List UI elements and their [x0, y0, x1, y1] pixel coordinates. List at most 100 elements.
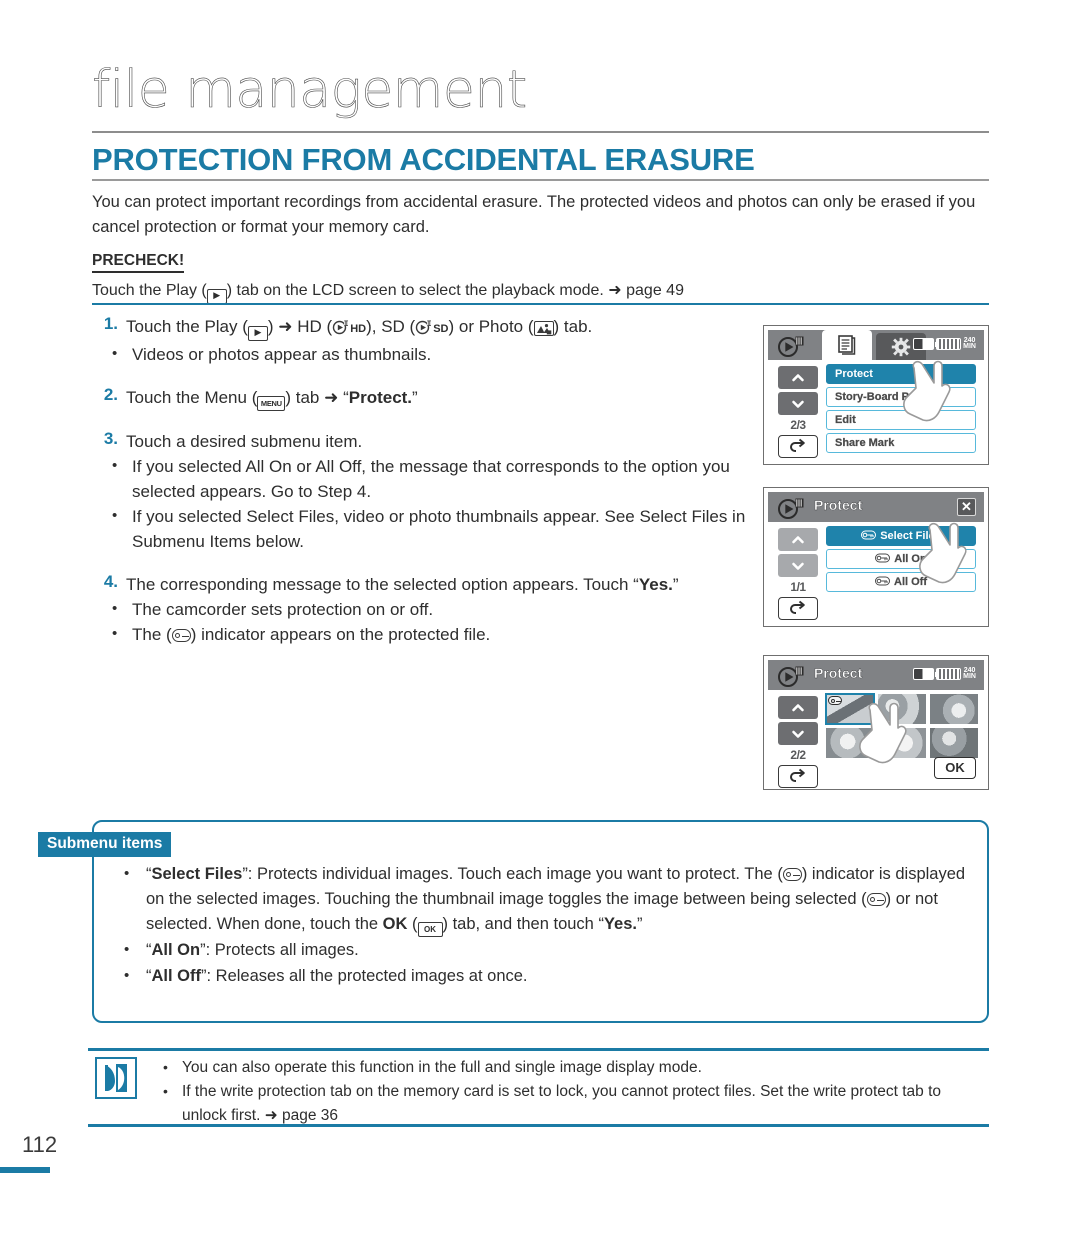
- thumbnail-item[interactable]: [930, 728, 978, 758]
- step-4-part-b: ”: [672, 575, 679, 594]
- chapter-title: file management: [92, 60, 528, 120]
- play-icon: ▶: [206, 288, 227, 304]
- thumbnail-item[interactable]: [878, 694, 926, 724]
- menu-item-edit[interactable]: Edit: [826, 410, 976, 430]
- protect-key-icon: [782, 868, 802, 881]
- back-button[interactable]: [778, 597, 818, 620]
- lcd-status-bar: Protect ✕: [768, 492, 984, 522]
- scroll-down-button[interactable]: [778, 722, 818, 745]
- thumbnail-item[interactable]: [930, 694, 978, 724]
- step-2-text: Touch the Menu (MENU) tab ➜ “Protect.”: [126, 385, 748, 411]
- sd-label: SD: [433, 323, 449, 335]
- lcd-menu-screen: 240 MIN 2/3 Protect Story-Board Print Ed…: [763, 325, 989, 465]
- battery-icon: [913, 338, 938, 350]
- note-rule-top: [88, 1048, 989, 1051]
- select-files-desc-1: ”: Protects individual images. Touch eac…: [242, 865, 783, 883]
- lcd-content: 2/2 OK: [768, 690, 984, 788]
- step-4-bullet-1: The camcorder sets protection on or off.: [110, 596, 748, 622]
- page-indicator: 2/3: [790, 418, 806, 432]
- scroll-up-button[interactable]: [778, 366, 818, 389]
- menu-item-story-board-print[interactable]: Story-Board Print: [826, 387, 976, 407]
- step-1-text: Touch the Play (▶) ➜ HD (HD), SD (SD) or…: [126, 314, 748, 342]
- step-2-part-c: ”: [412, 388, 418, 407]
- step-1-part-b: ) ➜ HD (: [267, 317, 333, 336]
- lcd-protect-submenu-screen: Protect ✕ 1/1 Select Files All On All Of…: [763, 487, 989, 627]
- menu-icon: MENU: [257, 396, 286, 411]
- step-4-number: 4.: [103, 572, 118, 591]
- thumbnail-item[interactable]: [825, 693, 875, 725]
- note-icon: [95, 1057, 137, 1099]
- step-1-number: 1.: [103, 314, 118, 333]
- step-2-part-a: Touch the Menu (: [126, 388, 258, 407]
- battery-unit: MIN: [963, 343, 976, 350]
- precheck-label: PRECHECK!: [92, 252, 185, 273]
- step-1-part-a: Touch the Play (: [126, 317, 248, 336]
- select-files-desc-5: ) tab, and then touch “: [442, 915, 604, 933]
- battery-level-icon: [936, 668, 962, 680]
- hd-label: HD: [350, 323, 367, 335]
- back-button[interactable]: [778, 435, 818, 458]
- battery-level-icon: [936, 338, 962, 350]
- tab-menu-list[interactable]: [822, 330, 872, 360]
- page-title: PROTECTION FROM ACCIDENTAL ERASURE: [92, 142, 755, 177]
- play-tab-icon[interactable]: [776, 334, 808, 358]
- protect-key-icon: [861, 528, 877, 547]
- battery-status: 240 MIN: [913, 667, 976, 680]
- step-3-number: 3.: [103, 429, 118, 448]
- step-1-part-d: ) or Photo (: [448, 317, 534, 336]
- lcd-protect-thumbnails-screen: Protect 240 MIN 2/2 OK: [763, 655, 989, 790]
- precheck-text-post: ) tab on the LCD screen to select the pl…: [226, 282, 684, 299]
- thumbnail-item[interactable]: [826, 728, 874, 758]
- protect-key-icon: [171, 629, 191, 642]
- play-tab-icon[interactable]: [776, 664, 808, 688]
- thumbnail-item[interactable]: [878, 728, 926, 758]
- step-1: 1. Touch the Play (▶) ➜ HD (HD), SD (SD)…: [88, 314, 748, 367]
- precheck-rule: [92, 303, 989, 305]
- menu-item-share-mark[interactable]: Share Mark: [826, 433, 976, 453]
- ok-label: OK: [382, 915, 408, 933]
- submenu-item-all-on: “All On”: Protects all images.: [122, 937, 972, 963]
- protect-key-icon: [875, 574, 890, 593]
- nav-column: 2/2: [778, 696, 818, 788]
- select-files-label: Select Files: [151, 865, 243, 883]
- step-2-bold: Protect.: [348, 388, 413, 407]
- step-4-bullet-2: The () indicator appears on the protecte…: [110, 621, 748, 647]
- select-files-desc-4: (: [407, 915, 418, 933]
- ok-icon: OK: [417, 922, 443, 937]
- hd-video-icon: [332, 318, 350, 336]
- step-4-text: The corresponding message to the selecte…: [126, 572, 748, 597]
- menu-item-protect[interactable]: Protect: [826, 364, 976, 384]
- menu-item-label: Select Files: [880, 530, 941, 542]
- step-2: 2. Touch the Menu (MENU) tab ➜ “Protect.…: [88, 385, 748, 411]
- scroll-up-button[interactable]: [778, 696, 818, 719]
- step-4-bold-yes: Yes.: [638, 575, 673, 594]
- menu-item-all-on[interactable]: All On: [826, 549, 976, 569]
- ok-button[interactable]: OK: [934, 757, 976, 779]
- step-2-number: 2.: [103, 385, 118, 404]
- battery-unit: MIN: [963, 673, 976, 680]
- scroll-down-button[interactable]: [778, 392, 818, 415]
- chapter-title-rule: [92, 131, 989, 133]
- all-on-desc: ”: Protects all images.: [200, 941, 359, 959]
- lcd-status-bar: 240 MIN: [768, 330, 984, 360]
- close-icon[interactable]: ✕: [957, 498, 976, 516]
- menu-item-all-off[interactable]: All Off: [826, 572, 976, 592]
- page-number: 112: [22, 1132, 58, 1157]
- screen-title: Protect: [814, 665, 863, 681]
- lcd-content: 1/1 Select Files All On All Off: [768, 522, 984, 622]
- play-tab-icon[interactable]: [776, 496, 808, 520]
- protect-key-icon: [866, 893, 886, 906]
- menu-item-select-files[interactable]: Select Files: [826, 526, 976, 546]
- battery-status: 240 MIN: [913, 337, 976, 350]
- precheck-text: Touch the Play (▶) tab on the LCD screen…: [92, 280, 684, 304]
- protect-key-icon: [875, 551, 891, 570]
- section-heading-rule: [92, 179, 989, 181]
- step-4-bullet-2-pre: The (: [132, 625, 172, 644]
- step-3-text: Touch a desired submenu item.: [126, 432, 363, 451]
- protect-key-icon: [828, 696, 842, 705]
- scroll-up-button[interactable]: [778, 528, 818, 551]
- scroll-down-button[interactable]: [778, 554, 818, 577]
- thumbnail-grid: [825, 693, 978, 758]
- page-indicator: 1/1: [790, 580, 806, 594]
- back-button[interactable]: [778, 765, 818, 788]
